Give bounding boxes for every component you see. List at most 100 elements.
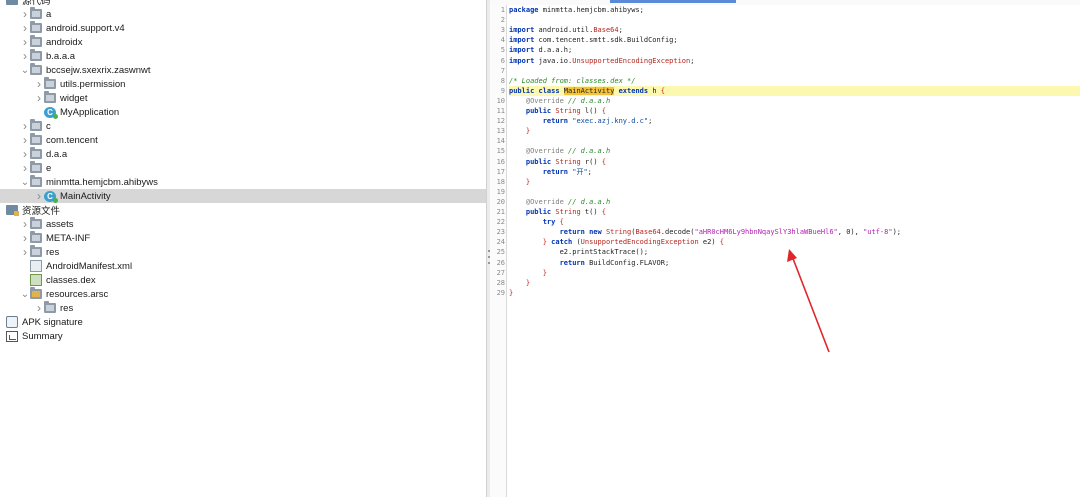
tree-item-label: META-INF (46, 232, 91, 244)
tree-item[interactable]: › assets (0, 217, 486, 231)
tree-item[interactable]: › META-INF (0, 231, 486, 245)
code-line[interactable]: public class MainActivity extends h { (509, 85, 1080, 96)
tree-item[interactable]: › b.a.a.a (0, 49, 486, 63)
chevron-right-icon[interactable]: › (20, 147, 30, 161)
chevron-right-icon[interactable]: › (34, 189, 44, 203)
tree-item[interactable]: 资源文件 (0, 203, 486, 217)
tree-item[interactable]: › e (0, 161, 486, 175)
chevron-right-icon[interactable]: › (20, 49, 30, 63)
chevron-right-icon[interactable]: › (20, 35, 30, 49)
chevron-right-icon[interactable]: › (20, 161, 30, 175)
package-icon (30, 49, 42, 61)
code-line[interactable] (509, 187, 1080, 197)
tree-item[interactable]: AndroidManifest.xml (0, 259, 486, 273)
tree-item-label: d.a.a (46, 148, 68, 160)
chevron-down-icon[interactable]: ⌄ (20, 175, 30, 189)
code-token: android.util. (534, 26, 594, 35)
tree-item[interactable]: › androidx (0, 35, 486, 49)
class-icon: C (44, 106, 58, 119)
chevron-right-icon (34, 105, 44, 119)
tree-item[interactable]: › d.a.a (0, 147, 486, 161)
code-line[interactable]: import d.a.a.h; (509, 45, 1080, 55)
code-line[interactable]: return new String(Base64.decode("aHR0cHM… (509, 227, 1080, 237)
code-line[interactable]: return "开"; (509, 167, 1080, 177)
chevron-right-icon[interactable]: › (20, 7, 30, 21)
code-line[interactable]: } (509, 126, 1080, 136)
code-token: t() (580, 208, 602, 216)
code-line[interactable] (509, 66, 1080, 76)
code-line[interactable]: package minmtta.hemjcbm.ahibyws; (509, 5, 1080, 15)
tree-item[interactable]: 源代码 (0, 0, 486, 7)
code-token: String (555, 157, 581, 166)
tree-item[interactable]: ⌄ minmtta.hemjcbm.ahibyws (0, 175, 486, 189)
code-token: String (555, 107, 581, 115)
chevron-down-icon[interactable]: ⌄ (20, 287, 30, 301)
tree-item[interactable]: ⌄ bccsejw.sxexrix.zaswnwt (0, 63, 486, 77)
tree-item-label: Summary (22, 330, 63, 342)
code-token: { (601, 107, 606, 115)
code-line[interactable]: public String t() { (509, 207, 1080, 217)
code-token: { (601, 208, 606, 216)
tree-item[interactable]: › com.tencent (0, 133, 486, 147)
code-line[interactable]: import android.util.Base64; (509, 25, 1080, 35)
code-line[interactable]: } (509, 177, 1080, 187)
chevron-right-icon[interactable]: › (20, 217, 30, 231)
tree-item[interactable]: › C MainActivity (0, 189, 486, 203)
code-token: } (525, 278, 531, 287)
code-token: "exec.azj.kny.d.c" (572, 117, 649, 126)
chevron-right-icon[interactable]: › (34, 77, 44, 91)
tree-item[interactable]: › c (0, 119, 486, 133)
active-tab-indicator[interactable] (610, 0, 736, 3)
code-line[interactable]: @Override // d.a.a.h (509, 197, 1080, 207)
code-line[interactable] (509, 136, 1080, 146)
code-token: Base64 (593, 26, 619, 35)
code-line[interactable]: @Override // d.a.a.h (509, 146, 1080, 156)
code-token: return new (559, 228, 602, 237)
code-line[interactable]: @Override // d.a.a.h (509, 96, 1080, 106)
code-line[interactable]: public String r() { (509, 157, 1080, 167)
chevron-right-icon[interactable]: › (20, 119, 30, 133)
code-token: extends (618, 86, 649, 95)
tree-item[interactable]: ⌄ resources.arsc (0, 287, 486, 301)
code-line[interactable]: import java.io.UnsupportedEncodingExcept… (509, 56, 1080, 66)
code-line[interactable]: } (509, 288, 1080, 298)
tree-item-label: widget (60, 92, 88, 104)
tree-item[interactable]: Summary (0, 329, 486, 343)
code-line[interactable]: public String l() { (509, 106, 1080, 116)
tree-item[interactable]: › res (0, 245, 486, 259)
chevron-right-icon[interactable]: › (20, 21, 30, 35)
line-number: 20 (496, 197, 505, 206)
code-line[interactable]: } (509, 278, 1080, 288)
line-number: 24 (496, 238, 505, 247)
chevron-right-icon[interactable]: › (20, 133, 30, 147)
code-line[interactable]: } (509, 268, 1080, 278)
tree-item[interactable]: › utils.permission (0, 77, 486, 91)
tree-item[interactable]: › android.support.v4 (0, 21, 486, 35)
tree-item[interactable]: APK signature (0, 315, 486, 329)
code-line[interactable]: try { (509, 217, 1080, 227)
code-line[interactable]: /* Loaded from: classes.dex */ (509, 76, 1080, 86)
tree-item[interactable]: › a (0, 7, 486, 21)
code-line[interactable]: e2.printStackTrace(); (509, 247, 1080, 257)
chevron-right-icon[interactable]: › (34, 91, 44, 105)
tree-item[interactable]: › widget (0, 91, 486, 105)
code-line[interactable]: return BuildConfig.FLAVOR; (509, 258, 1080, 268)
code-token: ; (690, 56, 695, 65)
code-token: ; (587, 167, 592, 176)
tree-item[interactable]: classes.dex (0, 273, 486, 287)
chevron-down-icon[interactable]: ⌄ (20, 63, 30, 77)
code-line[interactable] (509, 15, 1080, 25)
code-line[interactable]: import com.tencent.smtt.sdk.BuildConfig; (509, 35, 1080, 45)
code-editor[interactable]: 1 2 3 4 5 6 7 8 9 10 11 12 13 14 15 16 17 18 19 20 21 22 23 24 2… (490, 0, 1080, 497)
chevron-right-icon[interactable]: › (34, 301, 44, 315)
chevron-right-icon[interactable]: › (20, 231, 30, 245)
code-line[interactable]: } catch (UnsupportedEncodingException e2… (509, 237, 1080, 247)
tree-item[interactable]: C MyApplication (0, 105, 486, 119)
chevron-right-icon[interactable]: › (20, 245, 30, 259)
tree-item[interactable]: › res (0, 301, 486, 315)
code-line[interactable]: return "exec.azj.kny.d.c"; (509, 116, 1080, 126)
line-number: 16 (496, 157, 505, 166)
